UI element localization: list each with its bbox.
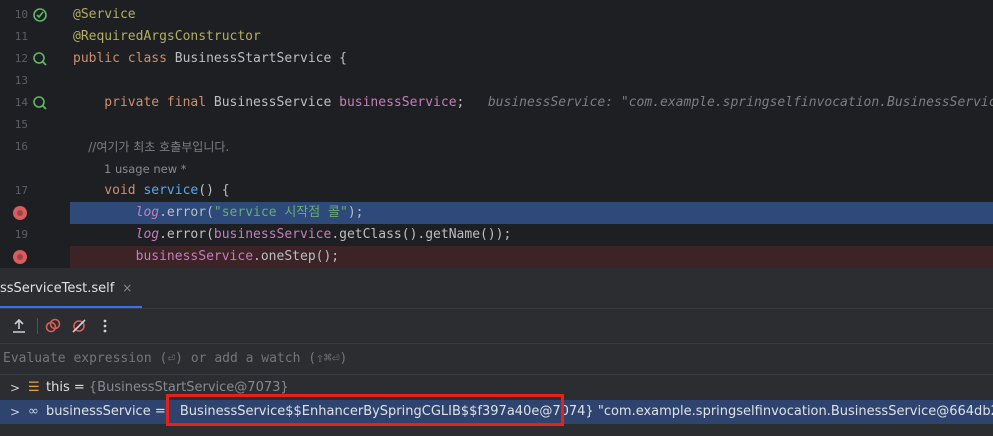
code-line[interactable]: 13 xyxy=(0,70,993,92)
evaluate-expression-bar xyxy=(0,344,993,375)
spring-bean-search-icon[interactable] xyxy=(32,51,48,67)
chevron-right-icon[interactable]: > xyxy=(10,400,20,424)
code-line[interactable]: 11 @RequiredArgsConstructor xyxy=(0,26,993,48)
line-number: 17 xyxy=(14,184,28,197)
code-text: log.error("service 시작점 콜"); xyxy=(135,205,364,220)
inline-debug-value: businessService: "com.example.springself… xyxy=(487,95,993,110)
tab-debug-session[interactable]: ssServiceTest.self × xyxy=(0,268,143,308)
toolbar-divider xyxy=(37,318,38,334)
code-text: businessService.oneStep(); xyxy=(135,249,340,264)
variable-row-selected[interactable]: > ∞ businessService = BusinessService$$E… xyxy=(0,394,993,426)
code-text: //여기가 최초 호출부입니다. xyxy=(73,140,230,154)
evaluate-expression-input[interactable] xyxy=(3,344,603,374)
close-icon[interactable]: × xyxy=(122,281,132,295)
code-text: private final BusinessService businessSe… xyxy=(73,92,993,114)
line-number: 10 xyxy=(14,8,28,21)
more-options-icon[interactable] xyxy=(96,317,114,335)
debug-tab-bar: ssServiceTest.self × xyxy=(0,268,993,309)
code-line[interactable]: 10 @Service xyxy=(0,4,993,26)
autowired-icon[interactable] xyxy=(32,95,48,111)
line-number: 19 xyxy=(14,228,28,241)
code-line[interactable]: 12 public class BusinessStartService { xyxy=(0,48,993,70)
breakpoint-icon[interactable] xyxy=(13,250,27,264)
variables-tree: > ☰ this = {BusinessStartService@7073} >… xyxy=(0,375,993,436)
debug-toolbar xyxy=(0,309,993,344)
watch-infinity-icon: ∞ xyxy=(28,404,39,419)
usage-inlay-hint[interactable]: 1 usage new * xyxy=(104,160,187,178)
code-line[interactable]: 17 void service() { xyxy=(0,180,993,202)
spring-bean-icon[interactable] xyxy=(32,7,48,23)
highlight-annotation-box xyxy=(166,394,564,426)
line-number: 15 xyxy=(14,118,28,131)
line-number: 13 xyxy=(14,74,28,87)
line-number: 16 xyxy=(14,140,28,153)
code-line[interactable]: 19 log.error(businessService.getClass().… xyxy=(0,224,993,246)
mute-breakpoints-icon[interactable] xyxy=(70,317,88,335)
line-number: 14 xyxy=(14,96,28,109)
code-text: @RequiredArgsConstructor xyxy=(73,29,261,44)
code-text: @Service xyxy=(73,7,136,22)
code-text: void service() { xyxy=(73,183,230,198)
export-threads-icon[interactable] xyxy=(10,317,28,335)
field-icon: ☰ xyxy=(28,380,40,395)
line-number: 11 xyxy=(14,30,28,43)
code-line[interactable]: 16 //여기가 최초 호출부입니다. xyxy=(0,136,993,158)
code-text: log.error(businessService.getClass().get… xyxy=(135,227,512,242)
breakpoint-icon[interactable] xyxy=(13,206,27,220)
code-line[interactable]: 15 xyxy=(0,114,993,136)
debug-panel: ssServiceTest.self × > ☰ this = {Business… xyxy=(0,268,993,436)
code-line[interactable]: 14 private final BusinessService busines… xyxy=(0,92,993,114)
code-editor[interactable]: 10 @Service 11 @RequiredArgsConstructor … xyxy=(0,0,993,268)
chevron-right-icon[interactable]: > xyxy=(10,376,20,400)
code-line-current[interactable]: log.error("service 시작점 콜"); xyxy=(0,202,993,224)
code-text: public class BusinessStartService { xyxy=(73,51,347,66)
tab-label: ssServiceTest.self xyxy=(0,281,115,296)
view-breakpoints-icon[interactable] xyxy=(44,317,62,335)
line-number: 12 xyxy=(14,52,28,65)
code-line-breakpoint[interactable]: businessService.oneStep(); xyxy=(0,246,993,268)
